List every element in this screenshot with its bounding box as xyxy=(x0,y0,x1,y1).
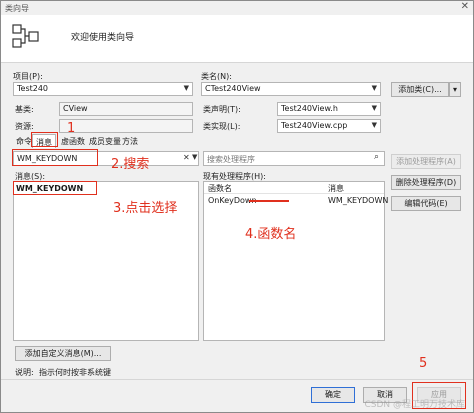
add-class-label: 添加类(C)... xyxy=(398,85,442,94)
project-value: Test240 xyxy=(17,84,49,93)
annotation-box-messages-tab xyxy=(31,132,58,147)
chevron-down-icon: ▾ xyxy=(452,85,457,94)
handlers-list[interactable]: 函数名 消息 OnKeyDown WM_KEYDOWN xyxy=(203,181,388,341)
handler-search-placeholder: 搜索处理程序 xyxy=(207,155,255,164)
description-label: 说明: xyxy=(15,368,34,377)
annotation-arrow-line xyxy=(249,200,289,202)
project-label: 项目(P): xyxy=(13,72,43,81)
column-header-message[interactable]: 消息 xyxy=(328,183,344,194)
description-text: 指示何时按非系统键 xyxy=(39,368,111,377)
base-label: 基类: xyxy=(15,105,34,114)
annotation-5: 5 xyxy=(419,356,428,371)
handlers-header: 函数名 消息 xyxy=(204,182,384,194)
watermark: CSDN @程工明万技术库 xyxy=(364,400,465,410)
resource-label: 资源: xyxy=(15,122,34,131)
add-custom-message-button[interactable]: 添加自定义消息(M)... xyxy=(15,346,111,361)
add-class-button[interactable]: 添加类(C)... xyxy=(391,82,449,97)
chevron-down-icon: ▼ xyxy=(371,84,377,92)
handler-message: WM_KEYDOWN xyxy=(328,196,389,205)
class-decl-value: Test240View.h xyxy=(281,104,338,113)
classname-combo[interactable]: CTest240View ▼ xyxy=(201,82,381,96)
annotation-3: 3.点击选择 xyxy=(113,201,178,216)
handler-search-input[interactable]: 搜索处理程序 xyxy=(203,151,385,166)
title-bar: 类向导 ✕ xyxy=(1,1,473,15)
edit-code-button[interactable]: 编辑代码(E) xyxy=(391,196,461,211)
annotation-box-search xyxy=(12,149,98,166)
annotation-1: 1 xyxy=(67,121,76,136)
tab-methods[interactable]: 方法 xyxy=(119,134,141,148)
column-header-function[interactable]: 函数名 xyxy=(208,183,232,194)
table-row[interactable]: OnKeyDown WM_KEYDOWN xyxy=(204,195,388,207)
add-handler-button[interactable]: 添加处理程序(A) xyxy=(391,154,461,169)
base-field: CView xyxy=(59,102,193,116)
window-title: 类向导 xyxy=(5,4,29,13)
resource-field xyxy=(59,119,193,133)
annotation-4: 4.函数名 xyxy=(245,227,297,242)
footer-divider xyxy=(1,379,473,380)
delete-handler-button[interactable]: 删除处理程序(D) xyxy=(391,175,461,190)
project-combo[interactable]: Test240 ▼ xyxy=(13,82,193,96)
classname-label: 类名(N): xyxy=(201,72,232,81)
close-icon[interactable]: ✕ xyxy=(461,1,469,12)
search-icon[interactable]: ⌕ xyxy=(374,152,379,162)
class-decl-combo[interactable]: Test240View.h ▼ xyxy=(277,102,381,116)
base-value: CView xyxy=(63,104,88,113)
class-impl-combo[interactable]: Test240View.cpp ▼ xyxy=(277,119,381,133)
chevron-down-icon: ▼ xyxy=(183,84,189,92)
ok-button[interactable]: 确定 xyxy=(311,387,355,403)
clear-search-icon[interactable]: ✕ xyxy=(183,153,190,162)
annotation-box-message-item xyxy=(13,181,97,195)
chevron-down-icon[interactable]: ▼ xyxy=(192,153,197,161)
header-title: 欢迎使用类向导 xyxy=(71,33,135,43)
chevron-down-icon: ▼ xyxy=(371,104,377,112)
class-impl-label: 类实现(L): xyxy=(203,122,241,131)
chevron-down-icon: ▼ xyxy=(371,121,377,129)
class-wizard-icon xyxy=(12,24,39,48)
class-impl-value: Test240View.cpp xyxy=(281,121,348,130)
annotation-2: 2.搜索 xyxy=(111,157,150,172)
tab-virtual-functions[interactable]: 虚函数 xyxy=(58,134,88,148)
add-class-dropdown-button[interactable]: ▾ xyxy=(449,82,461,97)
class-decl-label: 类声明(T): xyxy=(203,105,241,114)
wizard-header: 欢迎使用类向导 xyxy=(1,15,473,63)
class-wizard-window: 类向导 ✕ 欢迎使用类向导 项目(P): Test240 ▼ 类名(N): CT… xyxy=(0,0,474,413)
classname-value: CTest240View xyxy=(205,84,261,93)
